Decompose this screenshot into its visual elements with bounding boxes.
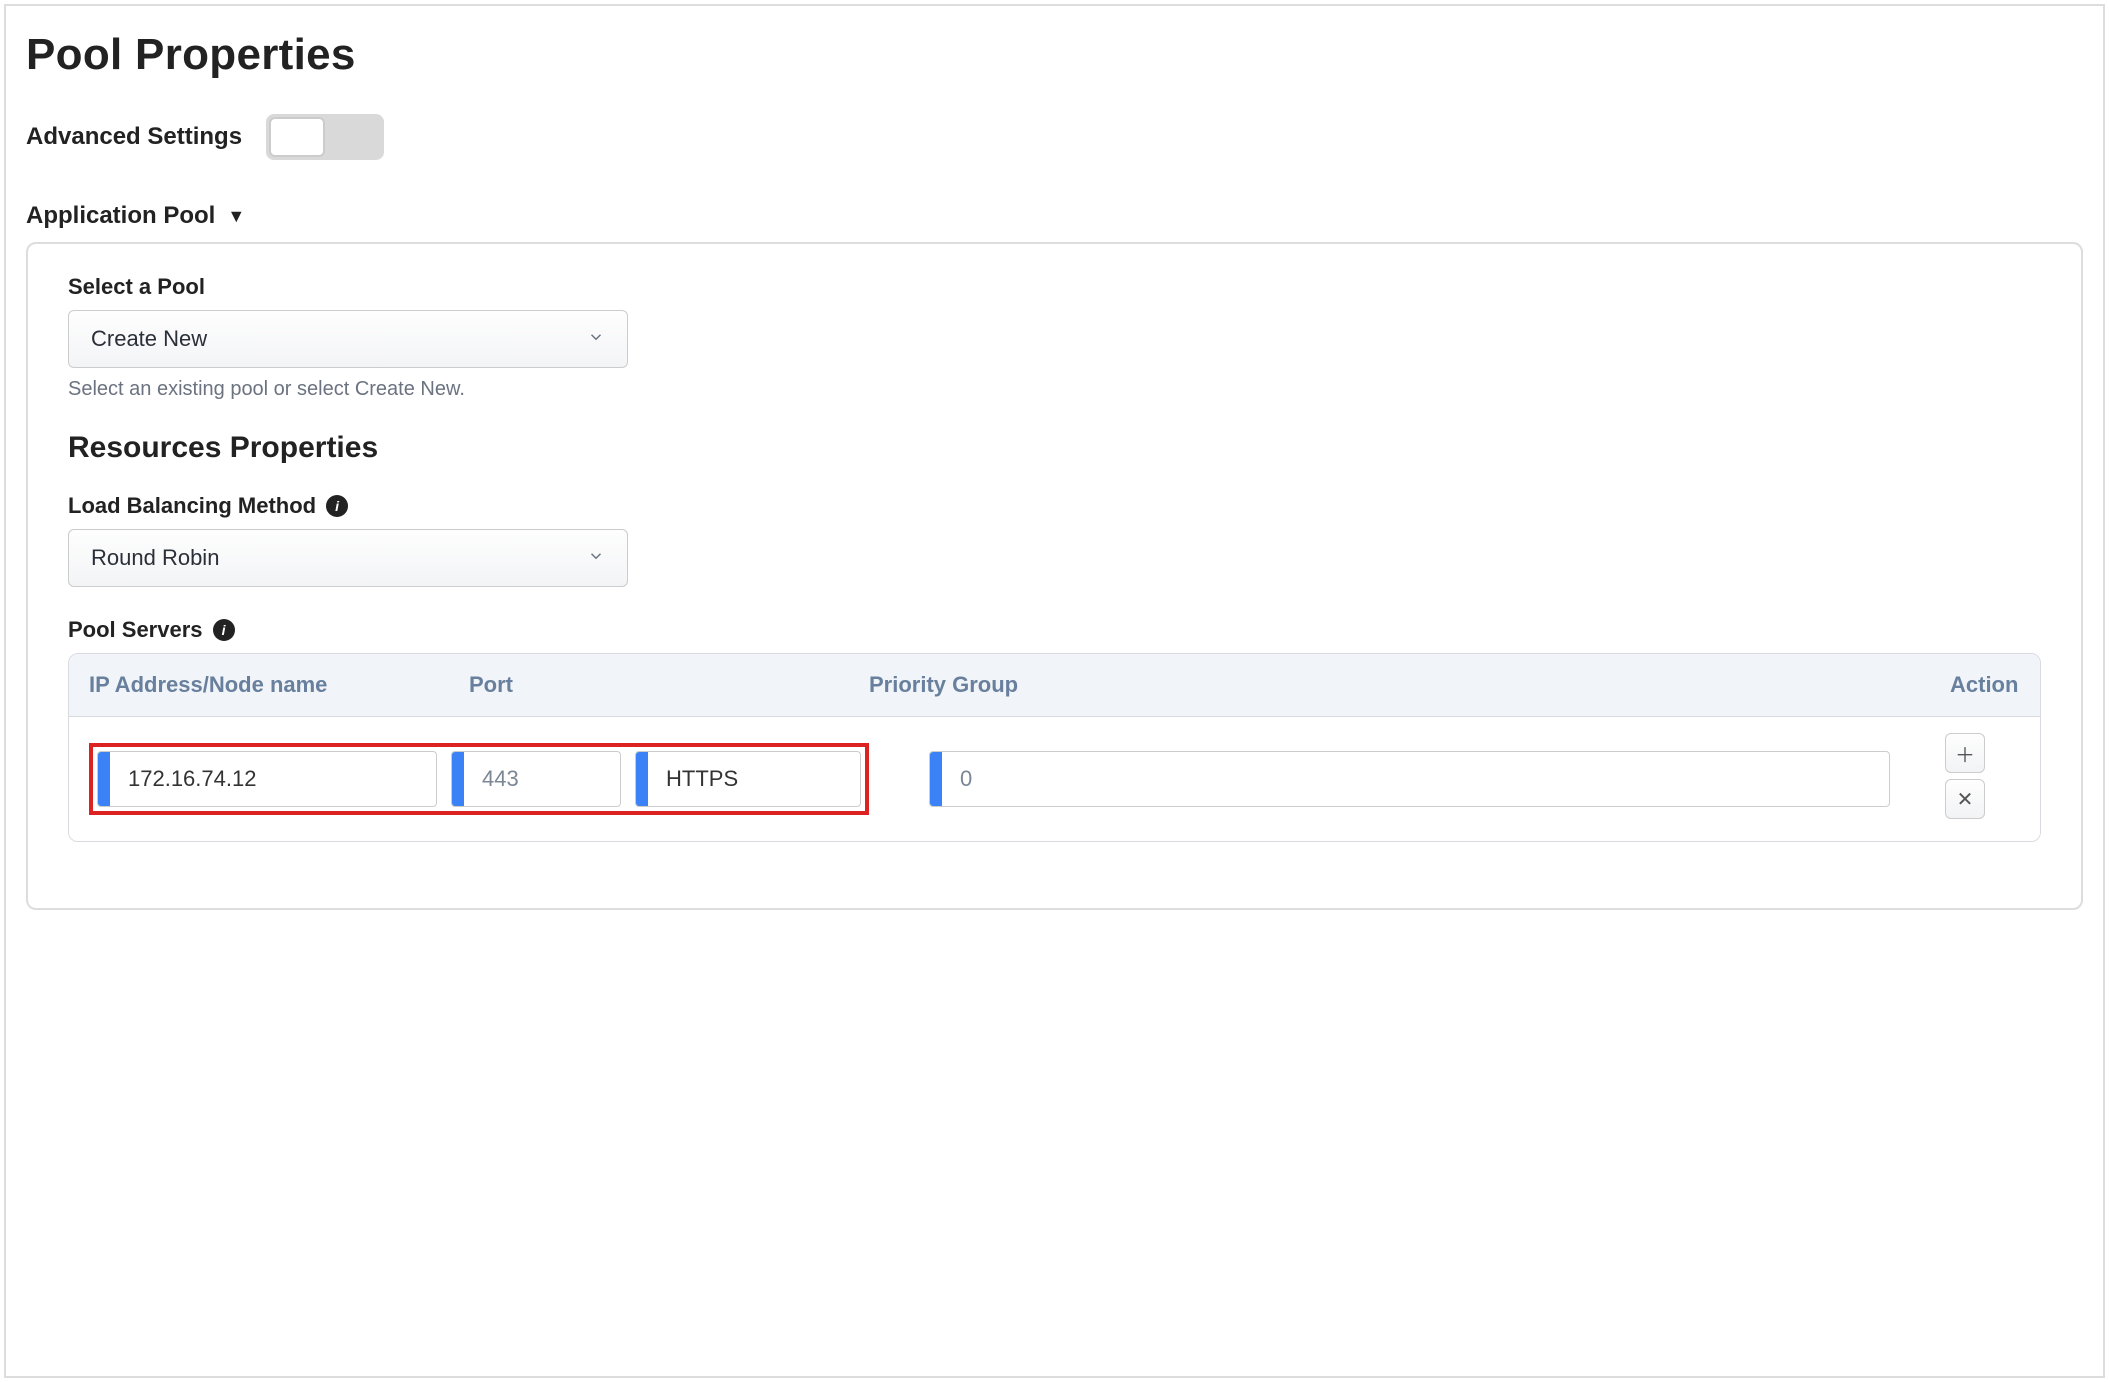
field-accent: [636, 752, 648, 806]
select-pool-label: Select a Pool: [68, 274, 2041, 300]
chevron-down-icon: [796, 752, 860, 806]
pool-servers-table: IP Address/Node name Port Priority Group…: [68, 653, 2041, 842]
page-title: Pool Properties: [26, 30, 2083, 80]
caret-down-icon: ▼: [227, 206, 245, 227]
priority-field[interactable]: 0: [929, 751, 1890, 807]
field-accent: [930, 752, 942, 806]
ip-address-value: 172.16.74.12: [110, 752, 372, 806]
priority-value: 0: [942, 752, 1889, 806]
chevron-down-icon: [587, 545, 605, 571]
chevron-down-icon: [372, 752, 436, 806]
th-action: Action: [1930, 654, 2040, 716]
pool-servers-label: Pool Servers: [68, 617, 203, 643]
field-accent: [452, 752, 464, 806]
select-pool-help: Select an existing pool or select Create…: [68, 378, 2041, 401]
plus-icon: ＋: [1955, 739, 1975, 768]
info-icon[interactable]: i: [326, 495, 348, 517]
table-row: 172.16.74.12 443: [69, 717, 2040, 841]
port-field[interactable]: 443: [451, 751, 621, 807]
select-pool-value: Create New: [91, 326, 207, 352]
advanced-settings-toggle[interactable]: [266, 114, 384, 160]
th-priority: Priority Group: [849, 654, 1930, 716]
application-pool-section-title: Application Pool: [26, 202, 215, 230]
application-pool-section-header[interactable]: Application Pool ▼: [26, 202, 2083, 230]
highlighted-server-fields: 172.16.74.12 443: [89, 743, 869, 815]
select-pool-dropdown[interactable]: Create New: [68, 310, 628, 368]
field-accent: [98, 752, 110, 806]
protocol-field[interactable]: HTTPS: [635, 751, 861, 807]
close-icon: ✕: [1957, 787, 1974, 812]
advanced-settings-label: Advanced Settings: [26, 123, 242, 151]
toggle-knob: [269, 117, 325, 157]
application-pool-panel: Select a Pool Create New Select an exist…: [26, 242, 2083, 910]
remove-row-button[interactable]: ✕: [1945, 779, 1985, 819]
protocol-value: HTTPS: [648, 752, 796, 806]
add-row-button[interactable]: ＋: [1945, 733, 1985, 773]
lb-method-value: Round Robin: [91, 545, 219, 571]
port-value: 443: [464, 752, 620, 806]
resources-properties-heading: Resources Properties: [68, 431, 2041, 465]
info-icon[interactable]: i: [213, 619, 235, 641]
th-port: Port: [449, 654, 849, 716]
lb-method-label: Load Balancing Method: [68, 493, 316, 519]
th-ip: IP Address/Node name: [69, 654, 449, 716]
ip-address-field[interactable]: 172.16.74.12: [97, 751, 437, 807]
chevron-down-icon: [587, 326, 605, 352]
lb-method-dropdown[interactable]: Round Robin: [68, 529, 628, 587]
select-pool-label-text: Select a Pool: [68, 274, 205, 300]
